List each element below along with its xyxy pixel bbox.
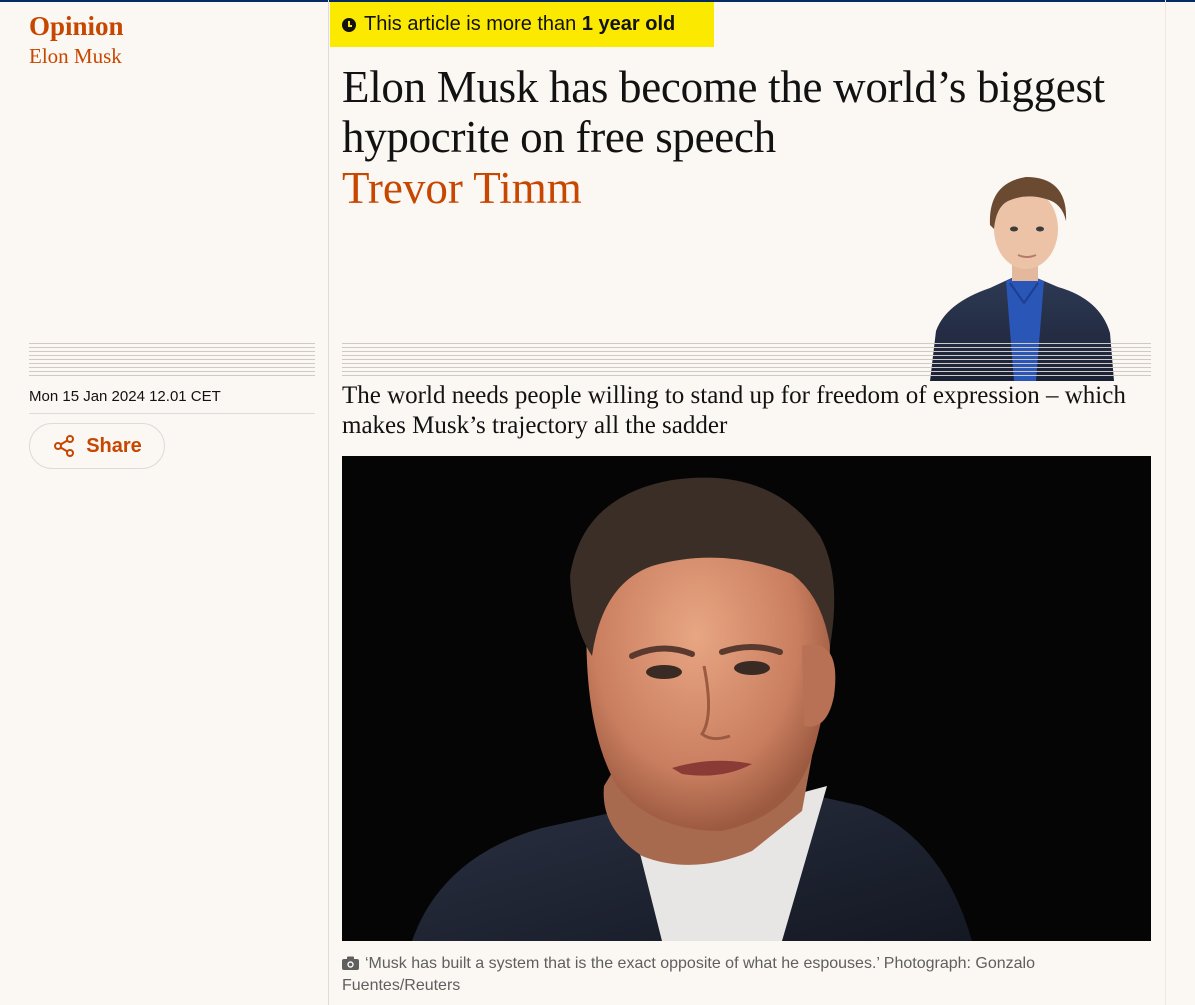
standfirst-stripes xyxy=(342,343,1151,379)
article-age-warning: This article is more than 1 year old xyxy=(330,2,714,47)
age-warning-age: 1 year old xyxy=(581,13,676,35)
publish-date: Mon 15 Jan 2024 12.01 CET xyxy=(29,388,221,405)
section-label[interactable]: Opinion xyxy=(29,11,124,41)
meta-stripes xyxy=(29,343,315,379)
share-label: Share xyxy=(86,434,142,457)
meta-divider xyxy=(29,413,315,414)
column-divider xyxy=(328,0,329,1005)
photo-caption: ‘Musk has built a system that is the exa… xyxy=(342,953,1142,997)
clock-icon xyxy=(342,17,356,32)
main-article-photo xyxy=(342,456,1151,941)
series-label[interactable]: Elon Musk xyxy=(29,44,122,68)
share-icon xyxy=(54,435,75,457)
camera-icon xyxy=(342,956,359,970)
caption-text: ‘Musk has built a system that is the exa… xyxy=(342,955,1036,994)
age-warning-prefix: This article is more than xyxy=(364,13,582,35)
headline: Elon Musk has become the world’s biggest… xyxy=(342,62,1105,162)
share-button[interactable]: Share xyxy=(29,423,165,469)
author-byline[interactable]: Trevor Timm xyxy=(342,163,582,213)
standfirst: The world needs people willing to stand … xyxy=(342,382,1126,439)
right-column-divider xyxy=(1165,0,1166,1005)
